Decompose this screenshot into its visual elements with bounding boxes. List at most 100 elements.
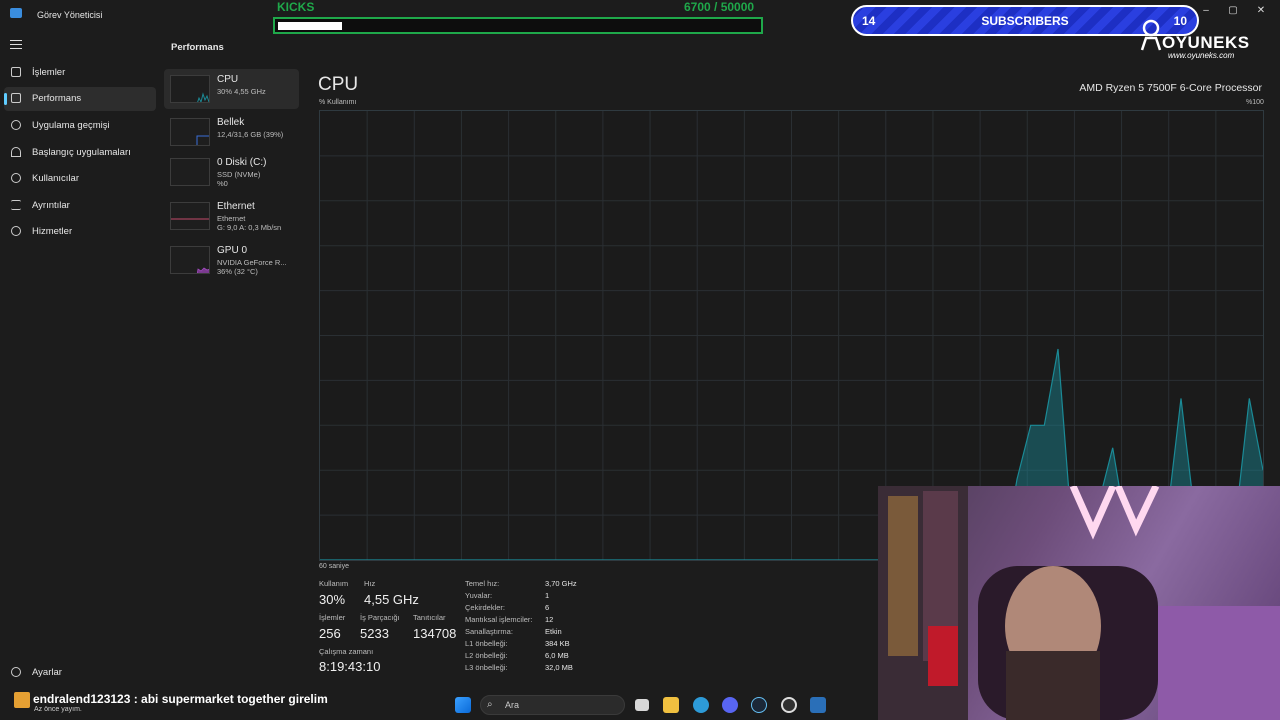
spec-row: Yuvalar: 1 bbox=[465, 591, 595, 603]
spec-value: 12 bbox=[545, 615, 554, 624]
memory-thumbnail bbox=[170, 118, 210, 146]
taskbar-search[interactable]: ⌕ Ara bbox=[480, 695, 625, 715]
perf-item-sub: NVIDIA GeForce R... bbox=[217, 258, 287, 267]
perf-item-sub: %0 bbox=[217, 179, 228, 188]
brand-url: www.oyuneks.com bbox=[1168, 51, 1235, 60]
details-icon bbox=[11, 200, 21, 210]
maximize-icon[interactable]: ▢ bbox=[1226, 4, 1240, 18]
perf-item-name: 0 Diski (C:) bbox=[217, 157, 267, 168]
windows-start-icon[interactable] bbox=[455, 697, 471, 713]
cpu-heading: CPU bbox=[318, 74, 359, 95]
perf-item-sub: 12,4/31,6 GB (39%) bbox=[217, 130, 284, 139]
sidebar-item-processes[interactable]: İşlemler bbox=[4, 61, 156, 85]
spec-row: L2 önbelleği: 6,0 MB bbox=[465, 651, 595, 663]
search-placeholder: Ara bbox=[505, 700, 520, 710]
spec-row: Mantıksal işlemciler: 12 bbox=[465, 615, 595, 627]
perf-item-sub: Ethernet bbox=[217, 214, 246, 223]
graph-x-label: 60 saniye bbox=[319, 563, 349, 570]
sidebar-item-settings[interactable]: Ayarlar bbox=[4, 661, 156, 685]
spec-value: 6 bbox=[545, 603, 550, 612]
sidebar-item-startup[interactable]: Başlangıç uygulamaları bbox=[4, 141, 156, 165]
spec-label: L2 önbelleği: bbox=[465, 651, 508, 660]
cpu-thumbnail bbox=[170, 75, 210, 103]
spec-value: Etkin bbox=[545, 627, 562, 636]
perf-item-disk[interactable]: 0 Diski (C:) SSD (NVMe) %0 bbox=[164, 152, 299, 192]
ethernet-thumbnail bbox=[170, 202, 210, 230]
sidebar-item-label: Hizmetler bbox=[32, 226, 73, 237]
perf-item-memory[interactable]: Bellek 12,4/31,6 GB (39%) bbox=[164, 112, 299, 152]
spec-row: Çekirdekler: 6 bbox=[465, 603, 595, 615]
spec-label: L1 önbelleği: bbox=[465, 639, 508, 648]
performance-icon bbox=[11, 93, 21, 103]
spec-value: 1 bbox=[545, 591, 550, 600]
spec-label: L3 önbelleği: bbox=[465, 663, 508, 672]
kicks-label: KICKS bbox=[277, 0, 315, 14]
perf-item-ethernet[interactable]: Ethernet Ethernet G: 9,0 A: 0,3 Mb/sn bbox=[164, 196, 299, 236]
sidebar-item-label: Ayarlar bbox=[32, 667, 62, 678]
threads-label: İş Parçacığı bbox=[360, 613, 400, 622]
perf-item-sub: G: 9,0 A: 0,3 Mb/sn bbox=[217, 223, 282, 232]
sidebar-item-services[interactable]: Hizmetler bbox=[4, 220, 156, 244]
steam-icon[interactable] bbox=[751, 697, 767, 713]
sidebar-item-details[interactable]: Ayrıntılar bbox=[4, 194, 156, 218]
speed-value: 4,55 GHz bbox=[364, 592, 419, 607]
speed-label: Hız bbox=[364, 579, 376, 588]
spec-label: Mantıksal işlemciler: bbox=[465, 615, 533, 624]
perf-item-name: Ethernet bbox=[217, 201, 255, 212]
obs-icon[interactable] bbox=[781, 697, 797, 713]
subscribers-right-count: 10 bbox=[1173, 14, 1187, 28]
spec-label: Çekirdekler: bbox=[465, 603, 506, 612]
perf-item-sub: 36% (32 °C) bbox=[217, 267, 258, 276]
threads-value: 5233 bbox=[360, 626, 389, 641]
services-icon bbox=[11, 226, 21, 236]
task-manager-icon[interactable] bbox=[810, 697, 826, 713]
utilization-value: 30% bbox=[319, 592, 346, 607]
page-title: Performans bbox=[171, 42, 224, 53]
sidebar-item-label: Başlangıç uygulamaları bbox=[32, 147, 131, 158]
spec-row: Sanallaştırma: Etkin bbox=[465, 627, 595, 639]
history-icon bbox=[11, 120, 21, 130]
sidebar-item-performance[interactable]: Performans bbox=[4, 87, 156, 111]
sidebar-item-label: Ayrıntılar bbox=[32, 200, 70, 211]
spec-value: 32,0 MB bbox=[545, 663, 573, 672]
perf-item-gpu[interactable]: GPU 0 NVIDIA GeForce R... 36% (32 °C) bbox=[164, 240, 299, 280]
processes-value: 256 bbox=[319, 626, 341, 641]
perf-item-name: GPU 0 bbox=[217, 245, 248, 256]
processes-label: İşlemler bbox=[319, 613, 346, 622]
handles-label: Tanıtıcılar bbox=[413, 613, 446, 622]
cpu-model: AMD Ryzen 5 7500F 6-Core Processor bbox=[1079, 82, 1262, 94]
perf-item-name: Bellek bbox=[217, 117, 245, 128]
subscribers-left-count: 14 bbox=[862, 14, 876, 28]
uptime-value: 8:19:43:10 bbox=[319, 659, 381, 674]
handles-value: 134708 bbox=[413, 626, 457, 641]
discord-icon[interactable] bbox=[722, 697, 738, 713]
active-indicator bbox=[4, 93, 7, 105]
spec-value: 384 KB bbox=[545, 639, 570, 648]
webcam-image bbox=[878, 486, 1280, 720]
users-icon bbox=[11, 173, 21, 183]
spec-value: 6,0 MB bbox=[545, 651, 569, 660]
perf-item-sub: 30% 4,55 GHz bbox=[217, 87, 266, 96]
spec-label: Sanallaştırma: bbox=[465, 627, 513, 636]
task-manager-icon bbox=[10, 8, 22, 18]
task-view-icon[interactable] bbox=[635, 699, 649, 711]
disk-thumbnail bbox=[170, 158, 210, 186]
close-icon[interactable]: ✕ bbox=[1254, 4, 1268, 18]
chat-time: Az önce yayım. bbox=[34, 706, 82, 713]
chat-avatar bbox=[14, 692, 30, 708]
startup-icon bbox=[11, 147, 21, 157]
sidebar-item-label: İşlemler bbox=[32, 67, 66, 78]
perf-item-cpu[interactable]: CPU 30% 4,55 GHz bbox=[164, 69, 299, 109]
edge-icon[interactable] bbox=[693, 697, 709, 713]
sidebar-item-label: Performans bbox=[32, 93, 82, 104]
kicks-progress-fill bbox=[278, 22, 342, 30]
window-title: Görev Yöneticisi bbox=[37, 10, 103, 20]
kicks-progress-bar bbox=[273, 17, 763, 34]
gear-icon bbox=[11, 667, 21, 677]
spec-label: Temel hız: bbox=[465, 579, 500, 588]
minimize-icon[interactable]: – bbox=[1199, 4, 1213, 18]
sidebar-item-app-history[interactable]: Uygulama geçmişi bbox=[4, 114, 156, 138]
menu-icon[interactable] bbox=[10, 40, 22, 50]
file-explorer-icon[interactable] bbox=[663, 697, 679, 713]
sidebar-item-users[interactable]: Kullanıcılar bbox=[4, 167, 156, 191]
